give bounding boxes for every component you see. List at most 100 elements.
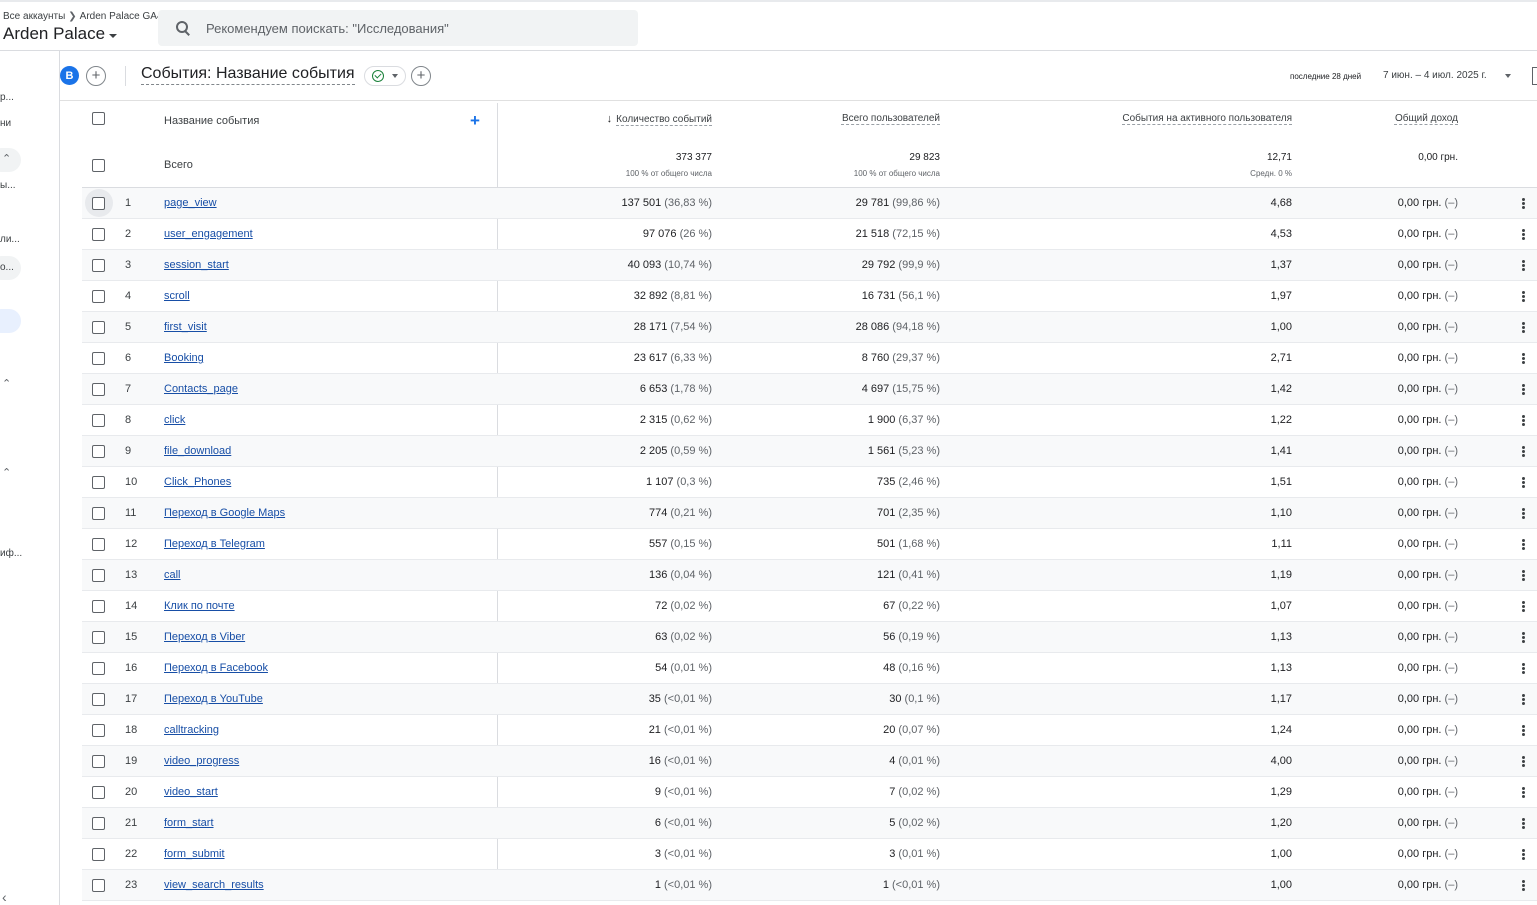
more-vert-icon[interactable] — [1522, 632, 1525, 643]
table-row[interactable]: 20 video_start 9 (<0,01 %) 7 (0,02 %) 1,29 0,… — [82, 777, 1537, 808]
event-name-link[interactable]: form_submit — [164, 848, 225, 860]
table-row[interactable]: 5 first_visit 28 171 (7,54 %) 28 086 (94,18… — [82, 312, 1537, 343]
more-vert-icon[interactable] — [1522, 477, 1525, 488]
more-vert-icon[interactable] — [1522, 446, 1525, 457]
more-vert-icon[interactable] — [1522, 415, 1525, 426]
row-checkbox[interactable] — [92, 724, 105, 737]
more-vert-icon[interactable] — [1522, 539, 1525, 550]
table-row[interactable]: 10 Click_Phones 1 107 (0,3 %) 735 (2,46 %) 1… — [82, 467, 1537, 498]
date-range-picker[interactable]: 7 июн. – 4 июл. 2025 г. — [1383, 70, 1487, 81]
rail-item-2[interactable]: ни — [0, 118, 11, 129]
rail-item-5[interactable]: о... — [0, 262, 14, 273]
column-header-event-name[interactable]: Название события — [164, 115, 259, 127]
event-name-link[interactable]: video_start — [164, 786, 218, 798]
row-checkbox[interactable] — [92, 631, 105, 644]
row-checkbox[interactable] — [92, 197, 105, 210]
search-input[interactable] — [206, 20, 606, 36]
table-row[interactable]: 14 Клик по почте 72 (0,02 %) 67 (0,22 %) 1,0… — [82, 591, 1537, 622]
event-name-link[interactable]: view_search_results — [164, 879, 264, 891]
column-header-event-count[interactable]: ↓ Количество событий — [607, 113, 712, 125]
event-name-link[interactable]: session_start — [164, 259, 229, 271]
chevron-up-icon[interactable]: ⌃ — [2, 466, 11, 479]
row-checkbox[interactable] — [92, 383, 105, 396]
more-vert-icon[interactable] — [1522, 570, 1525, 581]
row-checkbox[interactable] — [92, 445, 105, 458]
row-checkbox[interactable] — [92, 538, 105, 551]
rail-item-3[interactable]: ы... — [0, 180, 16, 191]
event-name-link[interactable]: Booking — [164, 352, 204, 364]
table-row[interactable]: 8 click 2 315 (0,62 %) 1 900 (6,37 %) 1,22 0,… — [82, 405, 1537, 436]
row-checkbox[interactable] — [92, 414, 105, 427]
table-row[interactable]: 2 user_engagement 97 076 (26 %) 21 518 (72,… — [82, 219, 1537, 250]
table-row[interactable]: 7 Contacts_page 6 653 (1,78 %) 4 697 (15,75… — [82, 374, 1537, 405]
row-checkbox[interactable] — [92, 569, 105, 582]
more-vert-icon[interactable] — [1522, 849, 1525, 860]
table-row[interactable]: 19 video_progress 16 (<0,01 %) 4 (0,01 %) 4,… — [82, 746, 1537, 777]
breadcrumb-property[interactable]: Arden Palace GA4 — [80, 11, 163, 22]
row-checkbox[interactable] — [92, 290, 105, 303]
table-row[interactable]: 13 call 136 (0,04 %) 121 (0,41 %) 1,19 0,00 г… — [82, 560, 1537, 591]
row-checkbox[interactable] — [92, 476, 105, 489]
more-vert-icon[interactable] — [1522, 818, 1525, 829]
row-checkbox[interactable] — [92, 259, 105, 272]
row-checkbox[interactable] — [92, 817, 105, 830]
caret-down-icon[interactable] — [1505, 74, 1511, 78]
chevron-left-icon[interactable]: ‹ — [2, 889, 7, 905]
event-name-link[interactable]: Click_Phones — [164, 476, 231, 488]
search-box[interactable] — [158, 10, 638, 46]
row-checkbox[interactable] — [92, 755, 105, 768]
row-checkbox[interactable] — [92, 228, 105, 241]
event-name-link[interactable]: first_visit — [164, 321, 207, 333]
table-row[interactable]: 15 Переход в Viber 63 (0,02 %) 56 (0,19 %) 1… — [82, 622, 1537, 653]
chevron-up-icon[interactable]: ⌃ — [2, 377, 11, 390]
event-name-link[interactable]: Переход в Google Maps — [164, 507, 285, 519]
more-vert-icon[interactable] — [1522, 601, 1525, 612]
row-checkbox[interactable] — [92, 352, 105, 365]
table-row[interactable]: 18 calltracking 21 (<0,01 %) 20 (0,07 %) 1,2… — [82, 715, 1537, 746]
event-name-link[interactable]: Переход в Viber — [164, 631, 245, 643]
account-selector[interactable]: Arden Palace — [3, 24, 118, 44]
event-name-link[interactable]: Переход в YouTube — [164, 693, 263, 705]
table-row[interactable]: 6 Booking 23 617 (6,33 %) 8 760 (29,37 %) 2,… — [82, 343, 1537, 374]
table-row[interactable]: 4 scroll 32 892 (8,81 %) 16 731 (56,1 %) 1,9… — [82, 281, 1537, 312]
event-name-link[interactable]: file_download — [164, 445, 231, 457]
more-vert-icon[interactable] — [1522, 260, 1525, 271]
row-checkbox[interactable] — [92, 507, 105, 520]
rail-pill-active[interactable] — [0, 309, 21, 333]
chevron-up-icon[interactable]: ⌃ — [2, 152, 11, 165]
rail-item-6[interactable]: иф... — [0, 548, 22, 559]
column-header-total-revenue[interactable]: Общий доход — [1395, 113, 1458, 124]
select-all-checkbox[interactable] — [92, 112, 105, 125]
more-vert-icon[interactable] — [1522, 880, 1525, 891]
event-name-link[interactable]: call — [164, 569, 181, 581]
more-vert-icon[interactable] — [1522, 291, 1525, 302]
event-name-link[interactable]: Переход в Telegram — [164, 538, 265, 550]
more-vert-icon[interactable] — [1522, 229, 1525, 240]
table-row[interactable]: 3 session_start 40 093 (10,74 %) 29 792 (99… — [82, 250, 1537, 281]
add-report-button[interactable]: + — [411, 66, 431, 86]
segment-avatar[interactable]: B — [60, 66, 79, 85]
row-checkbox[interactable] — [92, 321, 105, 334]
table-row[interactable]: 11 Переход в Google Maps 774 (0,21 %) 701 (… — [82, 498, 1537, 529]
row-checkbox[interactable] — [92, 693, 105, 706]
compare-icon[interactable] — [1532, 67, 1537, 85]
more-vert-icon[interactable] — [1522, 694, 1525, 705]
event-name-link[interactable]: form_start — [164, 817, 214, 829]
totals-checkbox[interactable] — [92, 159, 105, 172]
event-name-link[interactable]: scroll — [164, 290, 190, 302]
row-checkbox[interactable] — [92, 786, 105, 799]
event-name-link[interactable]: Клик по почте — [164, 600, 235, 612]
table-row[interactable]: 23 view_search_results 1 (<0,01 %) 1 (<0,01… — [82, 870, 1537, 901]
more-vert-icon[interactable] — [1522, 663, 1525, 674]
more-vert-icon[interactable] — [1522, 787, 1525, 798]
event-name-link[interactable]: page_view — [164, 197, 217, 209]
event-name-link[interactable]: user_engagement — [164, 228, 253, 240]
table-row[interactable]: 22 form_submit 3 (<0,01 %) 3 (0,01 %) 1,00 0,… — [82, 839, 1537, 870]
add-dimension-icon[interactable]: + — [470, 111, 480, 131]
more-vert-icon[interactable] — [1522, 384, 1525, 395]
row-checkbox[interactable] — [92, 879, 105, 892]
more-vert-icon[interactable] — [1522, 508, 1525, 519]
event-name-link[interactable]: Contacts_page — [164, 383, 238, 395]
column-header-events-per-active-user[interactable]: События на активного пользователя — [1122, 113, 1292, 124]
event-name-link[interactable]: click — [164, 414, 185, 426]
